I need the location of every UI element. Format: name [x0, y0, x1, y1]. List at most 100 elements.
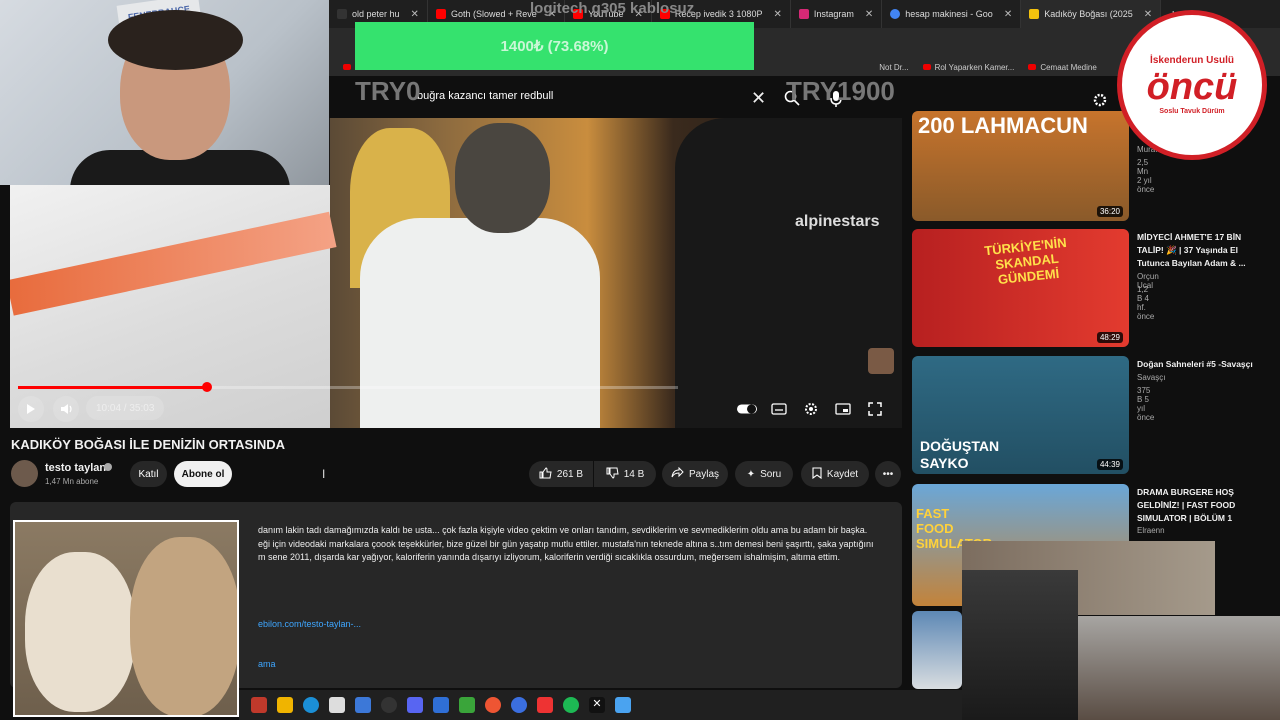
video-frame: [10, 211, 337, 316]
jacket-logo: alpinestars: [795, 213, 880, 230]
app-icon[interactable]: [433, 697, 449, 713]
tab-label: Goth (Slowed + Reve: [450, 9, 537, 19]
bookmark-favicon-icon: [1029, 9, 1040, 19]
ask-button[interactable]: ✦ Soru: [735, 461, 793, 487]
progress-bar[interactable]: [18, 382, 678, 392]
autoplay-toggle-icon[interactable]: [737, 400, 757, 418]
video-meta: 2,5 Mn 2 yıl önce: [1137, 158, 1155, 194]
description-link[interactable]: ebilon.com/testo-taylan-...: [258, 619, 361, 629]
video-title-link[interactable]: MİDYECİ AHMET'E 17 BİN TALİP! 🎉 | 37 Yaş…: [1137, 231, 1267, 270]
discord-icon[interactable]: [407, 697, 423, 713]
like-button[interactable]: 261 B: [529, 461, 593, 487]
tab-label: Instagram: [813, 9, 854, 19]
video-title-link[interactable]: DRAMA BURGERE HOŞ GELDİNİZ! | FAST FOOD …: [1137, 486, 1267, 525]
play-button[interactable]: [18, 396, 44, 422]
save-button[interactable]: Kaydet: [801, 461, 869, 487]
streamer-webcam: FENERBAHÇE: [0, 0, 329, 185]
thumbs-up-icon: [539, 466, 552, 482]
goal-max-label: TRY1900: [786, 76, 895, 106]
bookmark-item[interactable]: Not Dr...: [879, 63, 908, 72]
close-tab-icon[interactable]: ✕: [1144, 9, 1152, 20]
close-tab-icon[interactable]: ✕: [865, 9, 873, 20]
progress-fill: [18, 386, 208, 389]
logo-text: Soslu Tavuk Dürüm: [1159, 108, 1225, 115]
miniplayer-icon[interactable]: [833, 400, 853, 418]
youtube-icon: [922, 64, 931, 70]
volume-button[interactable]: [53, 396, 79, 422]
browser-tab-active[interactable]: Kadıköy Boğası (2025 ✕: [1021, 0, 1162, 28]
channel-watermark[interactable]: [868, 348, 894, 374]
dislike-button[interactable]: 14 B: [594, 461, 656, 487]
video-duration: 44:39: [1096, 459, 1123, 470]
thumbnail-text: DOĞUŞTAN SAYKO: [920, 438, 1000, 471]
browser-tab[interactable]: Instagram ✕: [791, 0, 883, 28]
app-icon[interactable]: [511, 697, 527, 713]
minecraft-icon[interactable]: [459, 697, 475, 713]
logo-text: öncü: [1146, 66, 1238, 108]
video-thumbnail[interactable]: DOĞUŞTAN SAYKO 44:39: [912, 356, 1129, 474]
time-display: 10:04 / 35:03: [86, 396, 165, 420]
bookmark-item[interactable]: Cemaat Medine: [1028, 63, 1097, 72]
video-title: KADIKÖY BOĞASI İLE DENİZİN ORTASINDA: [11, 437, 285, 452]
edge-icon[interactable]: [303, 697, 319, 713]
webcam-person: [108, 10, 243, 70]
thumbs-down-icon: [606, 467, 619, 482]
subscribe-button[interactable]: Abone ol: [174, 461, 232, 487]
gear-icon[interactable]: [1092, 92, 1108, 113]
channel-name[interactable]: testo taylan: [45, 462, 106, 474]
bookmark-label: Not Dr...: [879, 62, 909, 72]
close-tab-icon[interactable]: ✕: [773, 9, 781, 20]
goal-min-label: TRY0: [355, 76, 421, 106]
guest-webcam: [962, 570, 1078, 720]
video-thumbnail[interactable]: TÜRKİYE'NİN SKANDAL GÜNDEMİ 48:29: [912, 229, 1129, 347]
file-explorer-icon[interactable]: [277, 697, 293, 713]
donation-goal-text: 1400₺ (73.68%): [500, 38, 609, 55]
video-frame: [675, 118, 902, 428]
settings-gear-icon[interactable]: [801, 400, 821, 418]
chrome-icon[interactable]: [485, 697, 501, 713]
share-icon: [671, 466, 684, 481]
more-options-button[interactable]: •••: [875, 461, 901, 487]
video-channel[interactable]: Elraenn: [1137, 526, 1165, 535]
video-thumbnail[interactable]: 200 LAHMACUN 36:20: [912, 111, 1129, 221]
app-icon[interactable]: [537, 697, 553, 713]
logo-text: İskenderun Usulü: [1150, 55, 1234, 66]
tab-label: old peter hu: [352, 9, 400, 19]
join-button[interactable]: Katıl: [130, 461, 167, 487]
close-tab-icon[interactable]: ✕: [411, 9, 419, 20]
browser-tab[interactable]: hesap makinesi - Goo ✕: [882, 0, 1022, 28]
bookmark-item[interactable]: Rol Yaparken Kamer...: [922, 62, 1015, 72]
video-title-link[interactable]: Doğan Sahneleri #5 -Savaşçı: [1137, 358, 1267, 371]
capcut-icon[interactable]: ✕: [589, 697, 605, 713]
donation-goal-bar: 1400₺ (73.68%): [355, 22, 754, 70]
description-more-link[interactable]: ama: [258, 659, 276, 669]
clear-search-icon[interactable]: ✕: [751, 88, 766, 109]
save-label: Kaydet: [826, 468, 859, 480]
app-icon[interactable]: [615, 697, 631, 713]
fullscreen-icon[interactable]: [865, 400, 885, 418]
app-icon[interactable]: [251, 697, 267, 713]
search-input[interactable]: [417, 90, 747, 102]
video-duration: 36:20: [1096, 206, 1123, 217]
app-icon[interactable]: [329, 697, 345, 713]
description-text: danım lakin tadı damağımızda kaldı be us…: [258, 525, 868, 535]
description-text: eği için videodaki markalara çoook teşek…: [258, 539, 874, 549]
video-channel[interactable]: Savaşçı: [1137, 373, 1165, 382]
tab-label: hesap makinesi - Goo: [905, 9, 993, 19]
store-icon[interactable]: [355, 697, 371, 713]
video-duration: 48:29: [1096, 332, 1123, 343]
obs-icon[interactable]: [381, 697, 397, 713]
channel-avatar[interactable]: [11, 460, 38, 487]
verified-icon: [104, 463, 112, 471]
video-frame: [455, 123, 550, 233]
video-thumbnail[interactable]: [912, 611, 962, 689]
share-button[interactable]: Paylaş: [662, 461, 728, 487]
text-cursor-icon: I: [322, 467, 326, 481]
spotify-icon[interactable]: [563, 697, 579, 713]
subtitles-icon[interactable]: [769, 400, 789, 418]
share-label: Paylaş: [688, 468, 719, 480]
bookmark-label: Rol Yaparken Kamer...: [934, 62, 1015, 72]
sparkle-icon: ✦: [746, 468, 756, 480]
youtube-icon: [1028, 64, 1037, 70]
close-tab-icon[interactable]: ✕: [1004, 9, 1012, 20]
